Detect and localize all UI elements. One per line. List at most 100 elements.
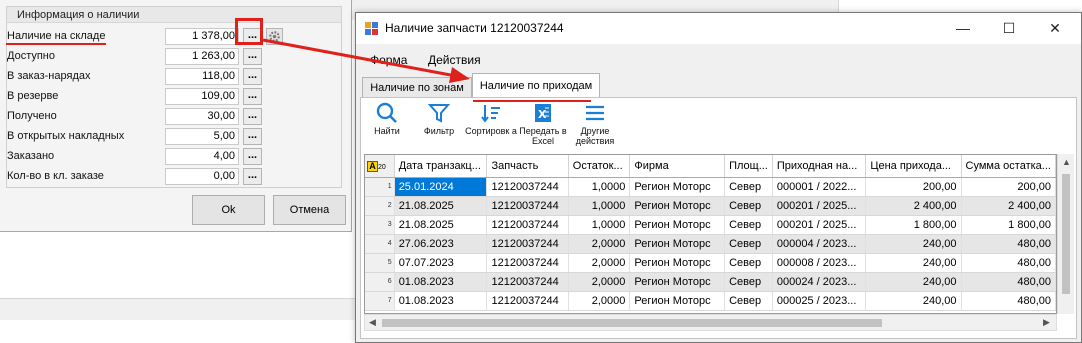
cancel-button[interactable]: Отмена — [273, 195, 346, 225]
cell-price[interactable]: 2 400,00 — [865, 196, 962, 216]
cell-date[interactable]: 21.08.2025 — [394, 196, 488, 216]
cell-date[interactable]: 21.08.2025 — [394, 215, 488, 235]
excel-export-button[interactable]: X Передать в Excel — [517, 102, 569, 146]
tab-by-zones[interactable]: Наличие по зонам — [362, 77, 472, 99]
table-row[interactable]: 6 01.08.2023 12120037244 2,0000 Регион М… — [365, 272, 1056, 292]
other-actions-button[interactable]: Другие действия — [569, 102, 621, 146]
cell-price[interactable]: 240,00 — [865, 272, 962, 292]
cell-remainder[interactable]: 1,0000 — [568, 215, 631, 235]
details-button[interactable]: ... — [243, 148, 262, 165]
cell-receipt-doc[interactable]: 000001 / 2022... — [772, 177, 867, 197]
menu-actions[interactable]: Действия — [428, 50, 481, 70]
cell-remainder[interactable]: 1,0000 — [568, 177, 631, 197]
cell-part[interactable]: 12120037244 — [486, 234, 569, 254]
table-row[interactable]: 4 27.06.2023 12120037244 2,0000 Регион М… — [365, 234, 1056, 254]
vertical-scrollbar[interactable]: ▲ — [1057, 154, 1074, 314]
cell-area[interactable]: Север — [724, 177, 773, 197]
table-row[interactable]: 1 25.01.2024 12120037244 1,0000 Регион М… — [365, 177, 1056, 197]
details-button[interactable]: ... — [243, 168, 262, 185]
minimize-button[interactable]: — — [940, 13, 986, 44]
table-row[interactable]: 5 07.07.2023 12120037244 2,0000 Регион М… — [365, 253, 1056, 273]
filter-button[interactable]: Фильтр — [413, 102, 465, 136]
cell-date[interactable]: 07.07.2023 — [394, 253, 488, 273]
cell-price[interactable]: 240,00 — [865, 291, 962, 311]
tab-by-receipts[interactable]: Наличие по приходам — [472, 73, 600, 99]
cell-price[interactable]: 240,00 — [865, 234, 962, 254]
cell-firm[interactable]: Регион Моторс — [629, 196, 726, 216]
cell-sum[interactable]: 480,00 — [961, 253, 1056, 273]
cell-firm[interactable]: Регион Моторс — [629, 253, 726, 273]
grid-corner[interactable]: A 20 — [365, 155, 395, 178]
horizontal-scroll-thumb[interactable] — [382, 319, 882, 327]
cell-remainder[interactable]: 2,0000 — [568, 272, 631, 292]
table-row[interactable]: 7 01.08.2023 12120037244 2,0000 Регион М… — [365, 291, 1056, 311]
details-button[interactable]: ... — [243, 68, 262, 85]
table-row[interactable]: 3 21.08.2025 12120037244 1,0000 Регион М… — [365, 215, 1056, 235]
scroll-left-icon[interactable]: ◀ — [369, 317, 376, 328]
cell-firm[interactable]: Регион Моторс — [629, 215, 726, 235]
cell-date[interactable]: 27.06.2023 — [394, 234, 488, 254]
cell-date[interactable]: 25.01.2024 — [394, 177, 488, 197]
cell-area[interactable]: Север — [724, 234, 773, 254]
cell-firm[interactable]: Регион Моторс — [629, 291, 726, 311]
cell-sum[interactable]: 480,00 — [961, 272, 1056, 292]
cell-receipt-doc[interactable]: 000008 / 2023... — [772, 253, 867, 273]
details-button[interactable]: ... — [243, 88, 262, 105]
cell-part[interactable]: 12120037244 — [486, 253, 569, 273]
cell-area[interactable]: Север — [724, 215, 773, 235]
close-button[interactable]: ✕ — [1032, 13, 1078, 44]
scroll-right-icon[interactable]: ▶ — [1043, 317, 1050, 328]
cell-area[interactable]: Север — [724, 196, 773, 216]
cell-remainder[interactable]: 1,0000 — [568, 196, 631, 216]
cell-receipt-doc[interactable]: 000201 / 2025... — [772, 215, 867, 235]
cell-part[interactable]: 12120037244 — [486, 272, 569, 292]
cell-price[interactable]: 240,00 — [865, 253, 962, 273]
vertical-scroll-thumb[interactable] — [1062, 174, 1070, 294]
cell-price[interactable]: 200,00 — [865, 177, 962, 197]
cell-receipt-doc[interactable]: 000024 / 2023... — [772, 272, 867, 292]
cell-area[interactable]: Север — [724, 272, 773, 292]
cell-sum[interactable]: 200,00 — [961, 177, 1056, 197]
cell-sum[interactable]: 1 800,00 — [961, 215, 1056, 235]
ok-button[interactable]: Ok — [192, 195, 265, 225]
cell-receipt-doc[interactable]: 000004 / 2023... — [772, 234, 867, 254]
sort-button[interactable]: Сортировк а — [465, 102, 517, 136]
cell-date[interactable]: 01.08.2023 — [394, 272, 488, 292]
details-button[interactable]: ... — [243, 48, 262, 65]
table-row[interactable]: 2 21.08.2025 12120037244 1,0000 Регион М… — [365, 196, 1056, 216]
cell-remainder[interactable]: 2,0000 — [568, 253, 631, 273]
cell-firm[interactable]: Регион Моторс — [629, 272, 726, 292]
find-button[interactable]: Найти — [361, 102, 413, 136]
column-header-price[interactable]: Цена прихода... — [865, 155, 962, 178]
cell-remainder[interactable]: 2,0000 — [568, 234, 631, 254]
cell-area[interactable]: Север — [724, 253, 773, 273]
column-header-area[interactable]: Площ... — [724, 155, 773, 178]
cell-price[interactable]: 1 800,00 — [865, 215, 962, 235]
column-header-sum[interactable]: Сумма остатка... — [961, 155, 1056, 178]
details-button[interactable]: ... — [243, 128, 262, 145]
cell-remainder[interactable]: 2,0000 — [568, 291, 631, 311]
menu-form[interactable]: Форма — [370, 50, 407, 70]
cell-sum[interactable]: 480,00 — [961, 234, 1056, 254]
cell-part[interactable]: 12120037244 — [486, 291, 569, 311]
column-header-part[interactable]: Запчасть — [486, 155, 569, 178]
cell-receipt-doc[interactable]: 000025 / 2023... — [772, 291, 867, 311]
maximize-button[interactable]: ☐ — [986, 13, 1032, 44]
settings-button[interactable] — [266, 28, 283, 45]
cell-part[interactable]: 12120037244 — [486, 177, 569, 197]
cell-firm[interactable]: Регион Моторс — [629, 234, 726, 254]
cell-sum[interactable]: 2 400,00 — [961, 196, 1056, 216]
cell-part[interactable]: 12120037244 — [486, 215, 569, 235]
cell-firm[interactable]: Регион Моторс — [629, 177, 726, 197]
cell-receipt-doc[interactable]: 000201 / 2025... — [772, 196, 867, 216]
cell-area[interactable]: Север — [724, 291, 773, 311]
column-header-date[interactable]: Дата транзакц... — [394, 155, 488, 178]
cell-date[interactable]: 01.08.2023 — [394, 291, 488, 311]
column-header-firm[interactable]: Фирма — [629, 155, 726, 178]
scroll-up-icon[interactable]: ▲ — [1062, 157, 1071, 167]
cell-part[interactable]: 12120037244 — [486, 196, 569, 216]
column-header-remainder[interactable]: Остаток... — [568, 155, 631, 178]
cell-sum[interactable]: 480,00 — [961, 291, 1056, 311]
horizontal-scrollbar[interactable]: ◀ ▶ — [364, 314, 1057, 331]
details-button[interactable]: ... — [243, 108, 262, 125]
